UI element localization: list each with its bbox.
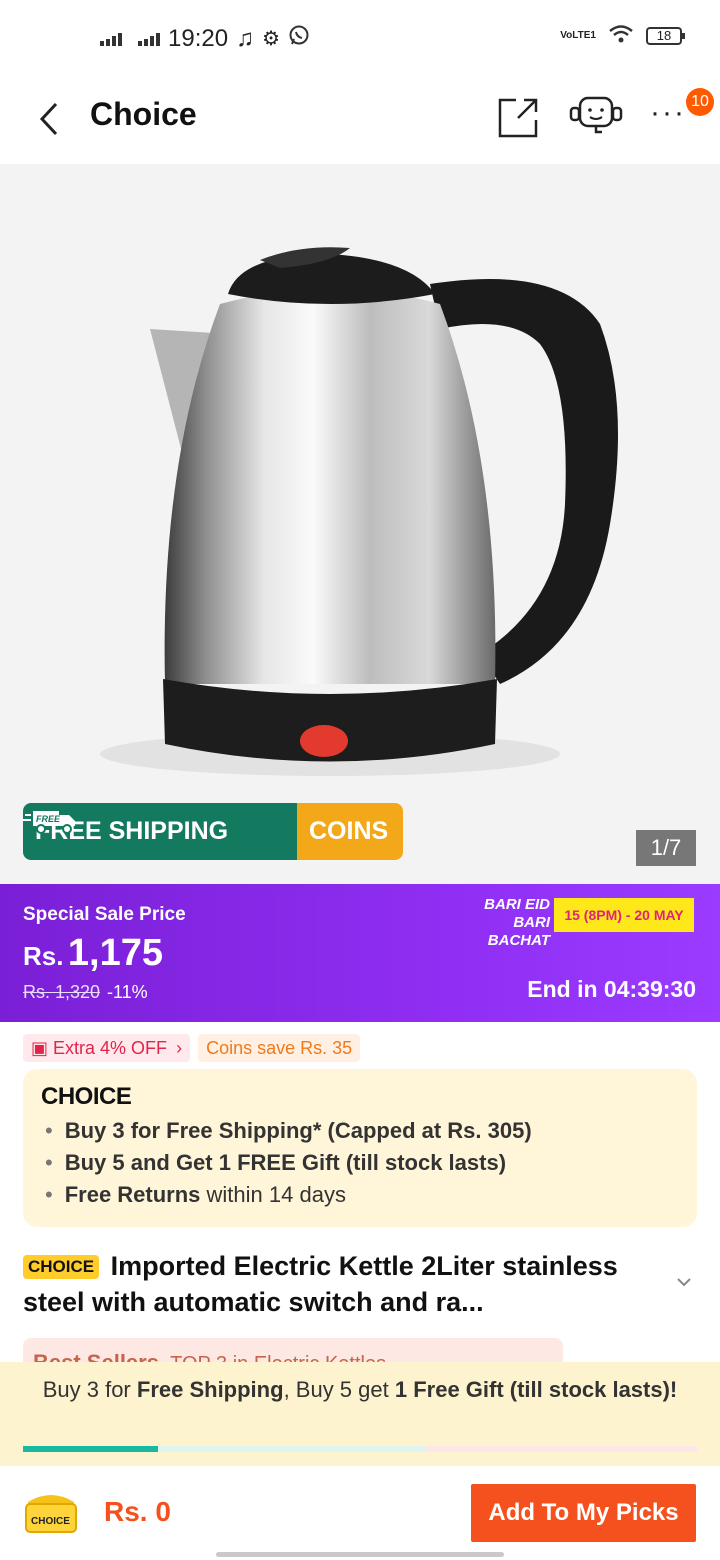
back-button[interactable] [30,94,70,144]
coins-label: COINS [297,803,403,860]
notification-badge: 10 [686,88,714,116]
settings-icon: ⚙ [262,28,280,50]
list-item: • Buy 5 and Get 1 FREE Gift (till stock l… [45,1150,507,1175]
progress-segment [157,1446,426,1452]
free-shipping-label: FREE FREE SHIPPING [23,803,297,860]
customer-service-button[interactable] [568,92,623,142]
status-left: 19:20 ♫ ⚙ [100,24,310,53]
price-banner: Special Sale Price Rs. 1,175 Rs. 1,320 -… [0,884,720,1022]
battery-icon: 18 [646,26,685,45]
campaign-dates: 15 (8PM) - 20 MAY [554,898,694,932]
free-shipping-badge: FREE FREE SHIPPING COINS [23,803,403,860]
campaign-title: BARI EID BARI BACHAT [484,896,550,949]
signal-icon [138,32,160,46]
signal-icon [100,32,122,46]
share-button[interactable] [494,92,544,142]
promo-tags: ▣ Extra 4% OFF › Coins save Rs. 35 [23,1034,361,1062]
coupon-icon: ▣ [31,1038,49,1058]
chevron-down-icon [677,1278,691,1287]
bundle-offer-text: Buy 3 for Free Shipping, Buy 5 get 1 Fre… [42,1377,678,1402]
choice-benefits[interactable]: CHOICE • Buy 3 for Free Shipping* (Capped… [23,1069,697,1227]
product-image [100,247,618,776]
music-icon: ♫ [236,24,255,52]
status-bar: 19:20 ♫ ⚙ VoLTE1 18 [0,0,720,76]
current-price: Rs. 1,175 [23,932,164,974]
choice-badge: CHOICE [23,1255,100,1279]
expand-title-button[interactable] [672,1270,696,1294]
home-indicator[interactable] [216,1552,504,1557]
benefit-list: • Buy 3 for Free Shipping* (Capped at Rs.… [45,1115,532,1211]
progress-fill [23,1446,158,1452]
coins-save-tag: Coins save Rs. 35 [198,1034,361,1062]
treasure-box-icon: CHOICE [25,1495,77,1533]
svg-text:CHOICE: CHOICE [31,1516,70,1527]
truck-icon: FREE [23,811,75,834]
list-item: • Free Returns within 14 days [45,1182,346,1207]
bundle-offer-banner: Buy 3 for Free Shipping, Buy 5 get 1 Fre… [0,1362,720,1466]
share-icon [498,98,538,138]
extra-off-tag[interactable]: ▣ Extra 4% OFF › [23,1034,191,1062]
status-time: 19:20 [168,24,229,52]
product-gallery[interactable]: FREE FREE SHIPPING COINS 1/7 [0,164,720,884]
more-icon: ··· [650,96,686,129]
picks-cart-button[interactable]: CHOICE [22,1484,80,1536]
app-header: Choice ··· [0,76,720,164]
whatsapp-icon [288,24,310,53]
sale-label: Special Sale Price [23,904,186,925]
image-counter: 1/7 [636,830,696,866]
page-title: Choice [90,96,197,132]
svg-text:FREE: FREE [36,814,61,824]
choice-logo: CHOICE [41,1083,132,1110]
list-item: • Buy 3 for Free Shipping* (Capped at Rs.… [45,1118,532,1143]
original-price: Rs. 1,320 [23,982,101,1002]
wifi-icon [608,24,634,47]
volte-icon: VoLTE1 [560,29,596,41]
picks-total: Rs. 0 [104,1496,171,1527]
headset-icon [569,96,623,134]
status-right: VoLTE1 18 [560,24,685,47]
chevron-right-icon: › [176,1038,183,1058]
bundle-progress-bar [23,1446,697,1452]
bottom-action-bar: CHOICE Rs. 0 Add To My Picks [0,1466,720,1560]
discount-percent: -11% [107,982,148,1002]
product-title: CHOICE Imported Electric Kettle 2Liter s… [23,1251,618,1317]
chevron-left-icon [39,102,58,136]
sale-countdown: End in 04:39:30 [527,976,696,1002]
add-to-picks-button[interactable]: Add To My Picks [471,1484,696,1542]
